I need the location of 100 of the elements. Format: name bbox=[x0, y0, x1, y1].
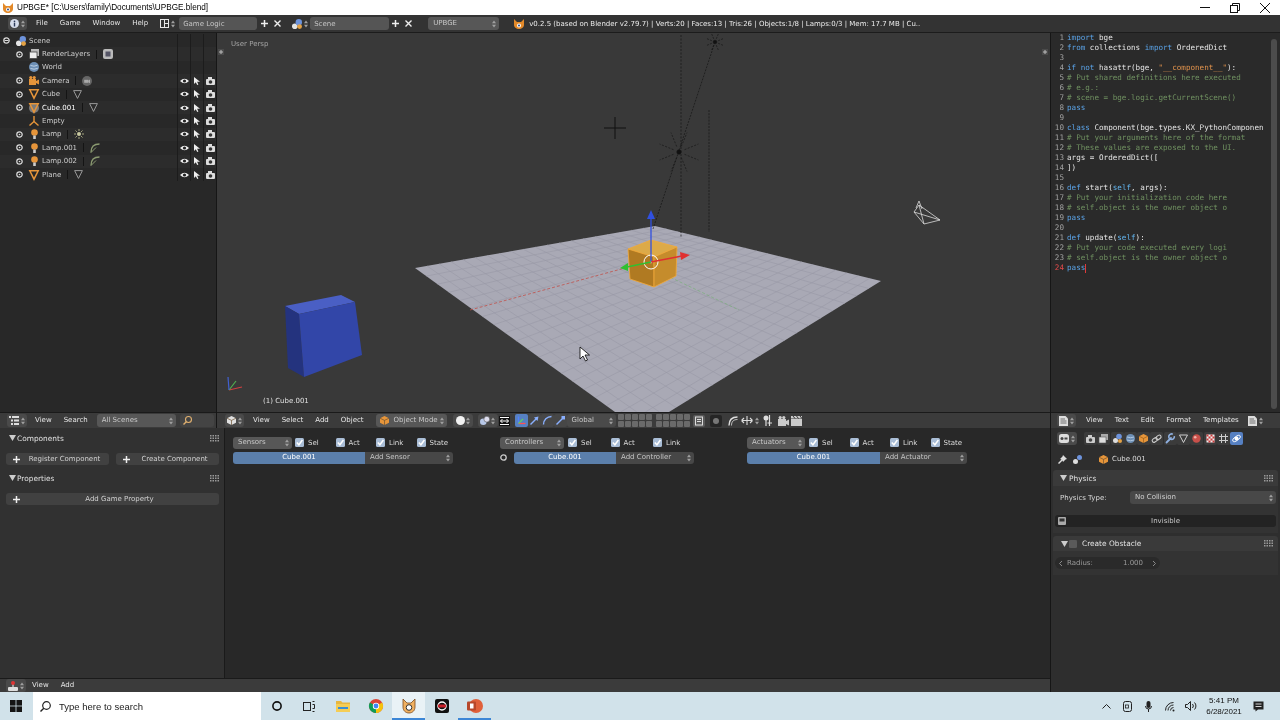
orbit-icon[interactable] bbox=[1230, 432, 1244, 445]
camera-icon[interactable] bbox=[205, 143, 215, 152]
checkbox[interactable] bbox=[930, 438, 940, 447]
eye-icon[interactable] bbox=[179, 144, 189, 151]
clock-time[interactable]: 5:41 PM bbox=[1209, 695, 1239, 706]
cube-icon[interactable] bbox=[1137, 432, 1151, 445]
close-icon[interactable] bbox=[274, 20, 282, 27]
camera-icon[interactable] bbox=[205, 170, 215, 179]
grip-icon[interactable] bbox=[1264, 474, 1273, 482]
panels-icon[interactable] bbox=[160, 19, 170, 28]
wifi-icon[interactable] bbox=[1164, 701, 1175, 711]
editor-type-button[interactable] bbox=[1057, 432, 1077, 445]
checkbox[interactable] bbox=[335, 438, 345, 447]
checkbox[interactable] bbox=[653, 438, 662, 447]
sun-icon[interactable] bbox=[74, 129, 85, 140]
camera-icon[interactable] bbox=[82, 75, 93, 86]
eye-icon[interactable] bbox=[179, 131, 189, 138]
checkbox[interactable] bbox=[890, 438, 899, 447]
triangle-down-icon[interactable] bbox=[1061, 540, 1068, 547]
circle-dot-icon[interactable] bbox=[16, 157, 23, 165]
page-icon[interactable] bbox=[692, 414, 705, 427]
checkbox[interactable] bbox=[809, 438, 818, 447]
camera-icon[interactable] bbox=[205, 130, 215, 139]
grip-icon[interactable] bbox=[210, 474, 219, 482]
circle-dot-icon[interactable] bbox=[16, 90, 23, 98]
plus-icon bbox=[13, 455, 20, 463]
arc-icon[interactable] bbox=[90, 156, 101, 167]
checkbox[interactable] bbox=[610, 438, 620, 447]
resize-arrows-icon[interactable] bbox=[740, 416, 753, 425]
triangle-down-icon[interactable] bbox=[9, 475, 16, 481]
eye-icon[interactable] bbox=[179, 158, 189, 165]
pin-icon[interactable] bbox=[1058, 454, 1067, 464]
grip-icon[interactable] bbox=[210, 434, 219, 442]
shading-dropdown[interactable] bbox=[452, 414, 473, 427]
camera-icon[interactable] bbox=[205, 157, 215, 166]
triangle-down-icon[interactable] bbox=[9, 435, 16, 441]
checkbox[interactable] bbox=[849, 438, 859, 447]
layers-icon[interactable] bbox=[1097, 432, 1111, 445]
editor-type-button[interactable] bbox=[1057, 414, 1076, 427]
up-down-arrows-icon bbox=[1269, 493, 1273, 502]
ring-icon[interactable] bbox=[500, 454, 507, 461]
circle-minus-icon[interactable] bbox=[3, 37, 10, 45]
eye-icon[interactable] bbox=[179, 77, 189, 84]
video-call-icon[interactable] bbox=[1123, 700, 1132, 712]
sliders-icon[interactable] bbox=[761, 415, 773, 426]
eye-icon[interactable] bbox=[179, 118, 189, 125]
search-input[interactable]: Type here to search bbox=[59, 700, 249, 712]
clock-date[interactable]: 6/28/2021 bbox=[1206, 706, 1242, 717]
grip-icon[interactable] bbox=[1264, 540, 1273, 547]
camera-icon[interactable] bbox=[205, 117, 215, 126]
pivot-dropdown[interactable] bbox=[477, 414, 498, 427]
double-arrow-icon[interactable] bbox=[498, 415, 510, 426]
movie-camera-icon[interactable] bbox=[777, 415, 789, 426]
camera-icon[interactable] bbox=[205, 103, 215, 112]
close-icon[interactable] bbox=[405, 20, 413, 27]
camera-icon[interactable] bbox=[205, 76, 215, 85]
circle-dot-icon[interactable] bbox=[16, 77, 23, 85]
search-field[interactable] bbox=[179, 414, 214, 427]
circle-dot-icon[interactable] bbox=[16, 50, 23, 58]
chain-icon[interactable] bbox=[1150, 432, 1164, 445]
scrollbar-thumb[interactable] bbox=[1271, 39, 1277, 409]
task-view-icon bbox=[303, 700, 315, 712]
wrench-icon[interactable] bbox=[1163, 432, 1177, 445]
eye-icon[interactable] bbox=[179, 91, 189, 98]
eye-icon[interactable] bbox=[179, 171, 189, 178]
circle-dot-icon[interactable] bbox=[16, 130, 23, 138]
circle-dot-icon[interactable] bbox=[16, 104, 23, 112]
square-icon[interactable] bbox=[103, 49, 114, 60]
triangle-outline-icon[interactable] bbox=[74, 170, 84, 180]
axes-icon[interactable] bbox=[514, 414, 528, 427]
checkbox[interactable] bbox=[568, 438, 577, 447]
editor-type-button[interactable] bbox=[225, 414, 244, 427]
checkbox[interactable] bbox=[376, 438, 385, 447]
editor-type-button[interactable] bbox=[8, 17, 27, 30]
spheres-icon[interactable] bbox=[1110, 432, 1124, 445]
speaker-icon[interactable] bbox=[1184, 701, 1197, 711]
eye-icon[interactable] bbox=[179, 104, 189, 111]
editor-type-button[interactable] bbox=[6, 679, 26, 692]
arc-icon[interactable] bbox=[90, 142, 101, 153]
checkbox[interactable] bbox=[295, 438, 304, 447]
notification-icon[interactable] bbox=[1253, 700, 1264, 712]
camera-icon[interactable] bbox=[1084, 432, 1097, 445]
search-field[interactable]: Type here to search bbox=[33, 692, 261, 720]
microphone-icon[interactable] bbox=[1145, 700, 1152, 712]
checker-icon[interactable] bbox=[1203, 432, 1217, 445]
triangle-icon[interactable] bbox=[1177, 432, 1191, 445]
circle-dot-icon[interactable] bbox=[16, 144, 23, 152]
editor-type-button[interactable] bbox=[7, 414, 27, 427]
triangle-down-icon[interactable] bbox=[1060, 475, 1067, 481]
curve-icon[interactable] bbox=[727, 415, 738, 426]
spheres-icon[interactable] bbox=[292, 18, 303, 29]
circle-icon bbox=[272, 701, 282, 711]
dot-icon[interactable] bbox=[709, 414, 722, 427]
sphere-icon[interactable] bbox=[1190, 432, 1204, 445]
camera-icon[interactable] bbox=[205, 90, 215, 99]
chevron-up-icon[interactable] bbox=[1102, 703, 1111, 709]
checkbox[interactable] bbox=[1069, 539, 1077, 548]
checkbox[interactable] bbox=[416, 438, 426, 447]
circle-dot-icon[interactable] bbox=[16, 171, 23, 179]
document-icon[interactable] bbox=[1247, 415, 1257, 426]
